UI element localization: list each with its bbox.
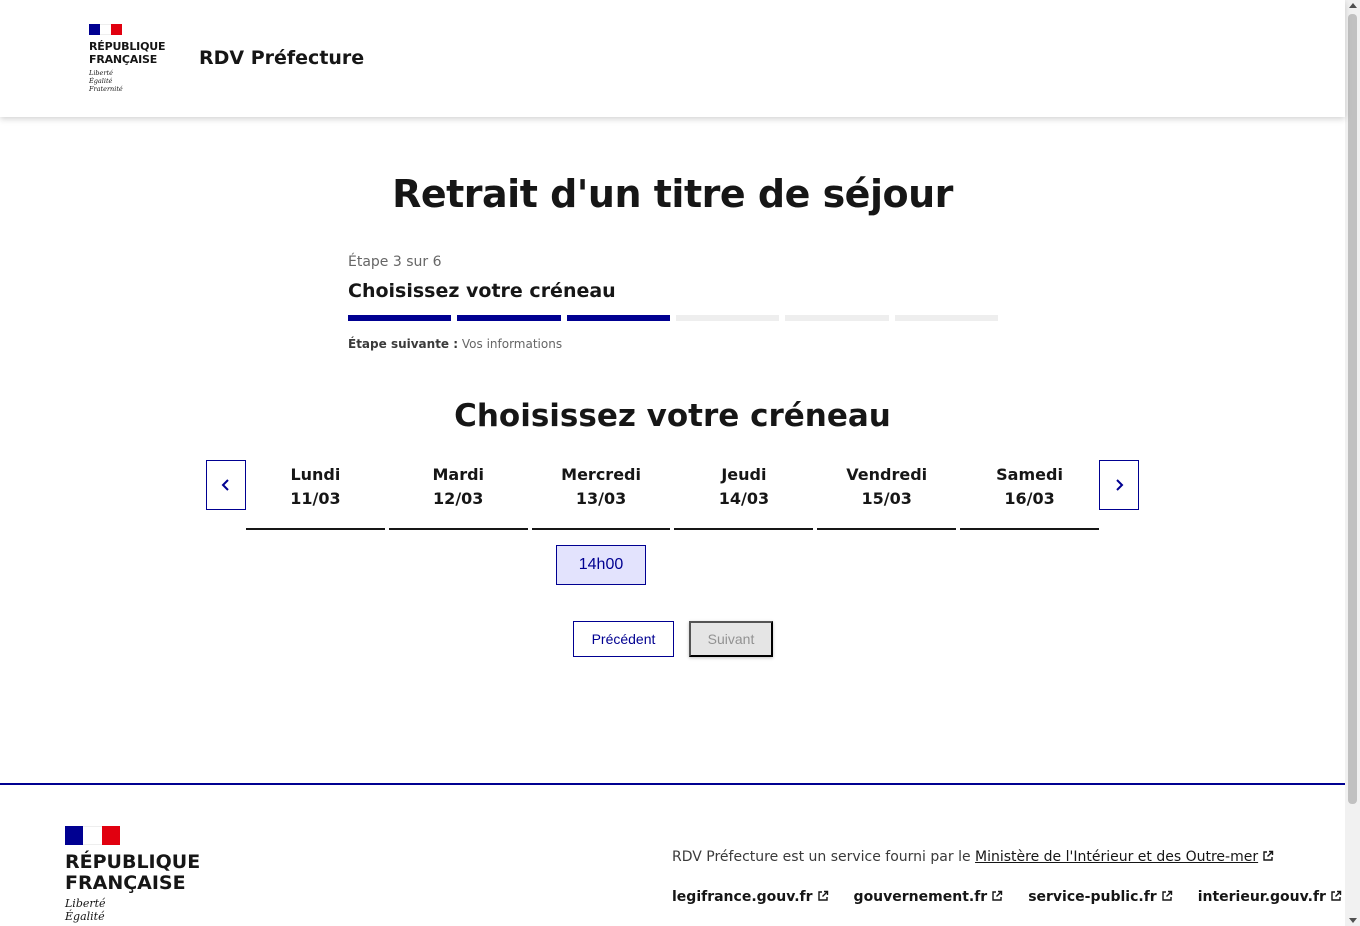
stepper-bar bbox=[785, 315, 889, 321]
footer-description: RDV Préfecture est un service fourni par… bbox=[672, 849, 1274, 865]
logo-name-line: FRANÇAISE bbox=[65, 872, 186, 894]
footer-link[interactable]: interieur.gouv.fr bbox=[1198, 889, 1342, 905]
stepper-next-value: Vos informations bbox=[461, 337, 563, 351]
motto-line: Liberté bbox=[65, 897, 106, 910]
external-link-icon bbox=[992, 890, 1003, 901]
logo-name-line: RÉPUBLIQUE bbox=[89, 40, 166, 53]
day-columns: Lundi 11/03 Mardi 12/03 Mercredi 13/03 Jeudi 14… bbox=[246, 460, 1099, 530]
day-column[interactable]: Lundi 11/03 bbox=[246, 460, 385, 530]
stepper-state: Étape 3 sur 6 bbox=[348, 254, 442, 270]
stepper-bar bbox=[675, 315, 780, 321]
page-title: Retrait d'un titre de séjour bbox=[392, 172, 953, 216]
footer-links: legifrance.gouv.fr gouvernement.fr service… bbox=[672, 889, 1342, 905]
day-date: 15/03 bbox=[861, 489, 912, 508]
marianne-flag-icon bbox=[89, 24, 122, 35]
stepper-bar bbox=[566, 315, 670, 321]
chevron-left-icon bbox=[221, 479, 229, 491]
footer-link-label: gouvernement.fr bbox=[853, 889, 988, 905]
day-date: 11/03 bbox=[290, 489, 341, 508]
logo-motto: Liberté Égalité Fraternité bbox=[89, 69, 179, 93]
external-link-icon bbox=[1161, 890, 1172, 901]
next-week-button[interactable] bbox=[1099, 460, 1139, 510]
stepper-next-step: Étape suivante : Vos informations bbox=[348, 337, 998, 351]
footer-link-label: interieur.gouv.fr bbox=[1197, 889, 1326, 905]
external-link-icon bbox=[817, 890, 828, 901]
logo-name-line: FRANÇAISE bbox=[89, 53, 158, 66]
site-header: RÉPUBLIQUE FRANÇAISE Liberté Égalité Fra… bbox=[0, 0, 1345, 117]
day-date: 13/03 bbox=[575, 489, 627, 508]
day-date: 12/03 bbox=[433, 489, 484, 508]
ministere-link[interactable]: Ministère de l'Intérieur et des Outre-me… bbox=[975, 849, 1274, 865]
stepper: Étape 3 sur 6 Choisissez votre créneau É… bbox=[348, 254, 998, 351]
day-date: 14/03 bbox=[718, 489, 770, 508]
chevron-right-icon bbox=[1116, 479, 1124, 491]
time-slot-button[interactable]: 14h00 bbox=[556, 545, 646, 585]
day-date: 16/03 bbox=[1004, 489, 1055, 508]
vertical-scrollbar[interactable] bbox=[1345, 0, 1360, 926]
stepper-progress-bars bbox=[348, 315, 998, 321]
day-name: Vendredi bbox=[846, 465, 928, 484]
external-link-icon bbox=[1263, 850, 1274, 861]
scrollbar-thumb[interactable] bbox=[1348, 14, 1357, 804]
stepper-next-label: Étape suivante : bbox=[348, 337, 459, 351]
previous-week-button[interactable] bbox=[206, 460, 246, 510]
footer-link[interactable]: legifrance.gouv.fr bbox=[672, 889, 829, 905]
marianne-flag-icon bbox=[65, 826, 120, 845]
stepper-bar bbox=[894, 315, 998, 321]
republique-francaise-logo[interactable]: RÉPUBLIQUE FRANÇAISE Liberté Égalité Fra… bbox=[89, 24, 179, 93]
ministere-link-label: Ministère de l'Intérieur et des Outre-me… bbox=[975, 849, 1259, 865]
next-button-disabled[interactable]: Suivant bbox=[689, 621, 773, 657]
previous-button[interactable]: Précédent bbox=[573, 621, 674, 657]
day-column[interactable]: Mardi 12/03 bbox=[388, 460, 528, 530]
site-footer: RÉPUBLIQUE FRANÇAISE Liberté Égalité RDV… bbox=[0, 783, 1345, 926]
footer-link-label: service-public.fr bbox=[1028, 889, 1157, 905]
day-name: Samedi bbox=[996, 465, 1063, 484]
day-name: Mercredi bbox=[561, 465, 641, 484]
day-column[interactable]: Samedi 16/03 bbox=[960, 460, 1099, 530]
scroll-down-arrow-icon[interactable] bbox=[1349, 918, 1357, 923]
footer-link[interactable]: gouvernement.fr bbox=[854, 889, 1004, 905]
footer-republique-francaise-logo[interactable]: RÉPUBLIQUE FRANÇAISE Liberté Égalité bbox=[65, 826, 200, 923]
stepper-title: Choisissez votre créneau bbox=[348, 280, 616, 302]
footer-link[interactable]: service-public.fr bbox=[1028, 889, 1172, 905]
stepper-bar bbox=[457, 315, 561, 321]
footer-description-text: RDV Préfecture est un service fourni par… bbox=[672, 849, 971, 865]
day-name: Mardi bbox=[432, 465, 485, 484]
motto-line: Fraternité bbox=[89, 85, 123, 93]
service-title[interactable]: RDV Préfecture bbox=[199, 47, 364, 69]
day-name: Jeudi bbox=[721, 465, 767, 484]
motto-line: Liberté bbox=[89, 69, 113, 77]
day-column[interactable]: Jeudi 14/03 bbox=[674, 460, 814, 530]
day-name: Lundi bbox=[290, 465, 341, 484]
footer-logo-motto: Liberté Égalité bbox=[65, 897, 200, 923]
scroll-up-arrow-icon[interactable] bbox=[1349, 3, 1357, 8]
external-link-icon bbox=[1331, 890, 1342, 901]
footer-logo-name: RÉPUBLIQUE FRANÇAISE bbox=[65, 852, 200, 894]
motto-line: Égalité bbox=[65, 910, 105, 923]
day-column[interactable]: Mercredi 13/03 bbox=[531, 460, 671, 530]
stepper-bar bbox=[348, 315, 452, 321]
day-column[interactable]: Vendredi 15/03 bbox=[817, 460, 957, 530]
logo-name: RÉPUBLIQUE FRANÇAISE bbox=[89, 40, 179, 66]
logo-name-line: RÉPUBLIQUE bbox=[65, 851, 201, 873]
motto-line: Égalité bbox=[89, 77, 113, 85]
section-title: Choisissez votre créneau bbox=[454, 398, 891, 434]
footer-link-label: legifrance.gouv.fr bbox=[672, 889, 813, 905]
